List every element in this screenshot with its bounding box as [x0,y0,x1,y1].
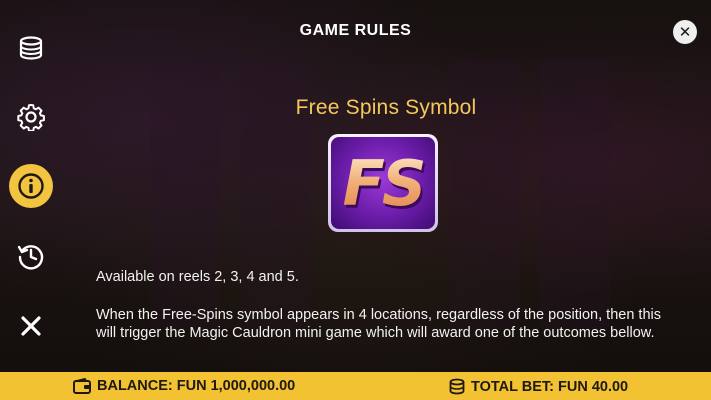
free-spins-symbol-label: FS [342,146,426,220]
gear-icon [17,104,45,131]
coins-stack-icon [449,378,465,395]
info-icon [18,173,44,199]
total-bet-text: TOTAL BET: FUN 40.00 [471,378,629,395]
free-spins-symbol: FS [328,134,438,232]
x-icon [21,316,41,336]
balance-text: BALANCE: FUN 1,000,000.00 [97,378,296,394]
close-icon: ✕ [678,24,692,41]
coins-stack-icon [19,36,43,60]
history-button[interactable] [9,234,53,278]
wallet-icon [73,378,91,394]
rules-paragraph-reels: Available on reels 2, 3, 4 and 5. [96,269,299,285]
header-bar: GAME RULES ✕ [0,0,711,62]
info-button[interactable] [9,164,53,208]
status-bar: BALANCE: FUN 1,000,000.00 TOTAL BET: FUN… [0,372,711,400]
settings-button[interactable] [9,95,53,139]
free-spins-symbol-face: FS [331,137,435,229]
sidebar [0,0,64,372]
total-bet-display: TOTAL BET: FUN 40.00 [449,378,628,395]
rules-paragraph-trigger: When the Free-Spins symbol appears in 4 … [96,307,661,341]
close-rules-button[interactable]: ✕ [673,20,697,44]
coins-stack-button[interactable] [9,26,53,70]
exit-button[interactable] [9,304,53,348]
balance-display: BALANCE: FUN 1,000,000.00 [73,378,295,394]
history-clock-icon [17,245,44,270]
section-title: Free Spins Symbol [295,96,477,119]
page-title: GAME RULES [299,22,412,39]
